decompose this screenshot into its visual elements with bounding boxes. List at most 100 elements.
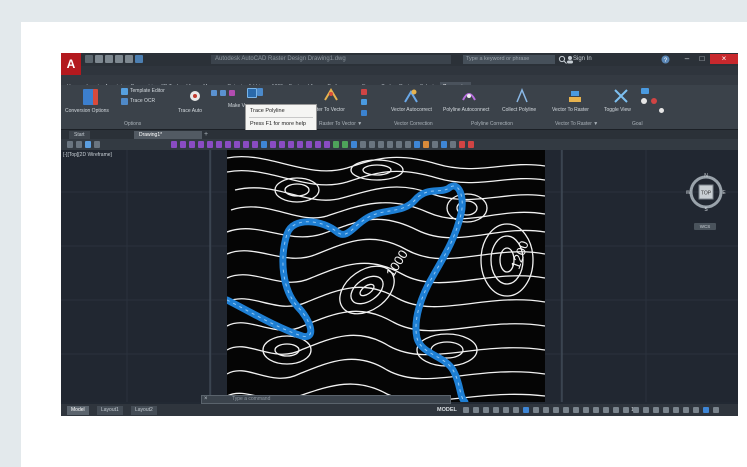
toolbar-button[interactable] [324,141,330,148]
toolbar-button[interactable] [333,141,339,148]
trace-auto-icon[interactable] [189,90,201,102]
status-toggle[interactable] [543,407,549,413]
toolbar-button[interactable] [171,141,177,148]
conversion-options-button[interactable]: Conversion Options [65,108,109,115]
toolbar-button[interactable] [180,141,186,148]
sign-in-link[interactable]: Sign In [573,55,592,64]
status-toggle[interactable] [663,407,669,413]
toolbar-button[interactable] [414,141,420,148]
toolbar-button[interactable] [387,141,393,148]
viewcube-icon[interactable]: TOP N S E W [686,172,726,212]
open-icon[interactable] [95,55,103,63]
command-line[interactable]: × Type a command [201,395,451,404]
file-tab-drawing1[interactable]: Drawing1* [134,131,202,139]
status-toggle[interactable] [673,407,679,413]
layout-tab-layout2[interactable]: Layout2 [131,406,157,415]
toolbar-button[interactable] [243,141,249,148]
status-toggle[interactable] [583,407,589,413]
status-toggle[interactable] [463,407,469,413]
toolbar-button[interactable] [288,141,294,148]
ribbon-small-icon-3[interactable] [361,110,367,116]
toolbar-button[interactable] [468,141,474,148]
toolbar-button[interactable] [67,141,73,148]
toolbar-button[interactable] [441,141,447,148]
toolbar-button[interactable] [378,141,384,148]
status-toggle[interactable] [623,407,629,413]
collect-polyline-icon[interactable] [515,88,529,104]
trace-arc-icon[interactable] [220,90,226,96]
status-toggle[interactable] [473,407,479,413]
toolbar-button[interactable] [189,141,195,148]
toolbar-button[interactable] [342,141,348,148]
ribbon-small-icon-2[interactable] [361,99,367,105]
toolbar-button[interactable] [423,141,429,148]
status-toggle[interactable] [713,407,719,413]
command-input[interactable]: Type a command [232,396,270,403]
status-toggle[interactable] [633,407,639,413]
toolbar-button[interactable] [315,141,321,148]
status-toggle[interactable] [693,407,699,413]
wcs-menu[interactable]: WCS [694,223,716,230]
drawing-canvas[interactable]: [-][Top][2D Wireframe] 1000 1200 TOP N S… [61,150,738,406]
toolbar-button[interactable] [216,141,222,148]
file-tab-start[interactable]: Start [69,131,90,139]
goal-icon-2[interactable] [641,98,647,104]
toolbar-button[interactable] [207,141,213,148]
vector-autocorrect-icon[interactable] [403,88,419,104]
toolbar-button[interactable] [297,141,303,148]
status-toggle[interactable] [563,407,569,413]
vector-to-raster-button[interactable]: Vector To Raster [552,107,589,114]
ribbon-small-icon-1[interactable] [361,89,367,95]
status-toggle[interactable] [683,407,689,413]
toolbar-button[interactable] [198,141,204,148]
viewport-label[interactable]: [-][Top][2D Wireframe] [63,152,112,159]
vector-to-raster-icon[interactable] [567,88,583,104]
save-icon[interactable] [105,55,113,63]
status-toggle[interactable] [593,407,599,413]
status-toggle[interactable] [513,407,519,413]
status-toggle[interactable] [703,407,709,413]
toolbar-button[interactable] [306,141,312,148]
toolbar-button[interactable] [279,141,285,148]
toolbar-button[interactable] [351,141,357,148]
new-icon[interactable] [85,55,93,63]
status-toggle[interactable] [533,407,539,413]
toolbar-button[interactable] [261,141,267,148]
toolbar-button[interactable] [369,141,375,148]
command-close-icon[interactable]: × [204,396,208,403]
template-editor-button[interactable]: Template Editor [130,88,165,95]
status-toggle[interactable] [553,407,559,413]
autocad-logo[interactable]: A [61,53,81,75]
polyline-autoconnect-button[interactable]: Polyline Autoconnect [443,107,489,114]
status-toggle[interactable] [503,407,509,413]
maximize-icon[interactable]: □ [695,54,709,64]
vector-autocorrect-button[interactable]: Vector Autocorrect [391,107,432,114]
goal-icon-4[interactable] [659,108,664,113]
collect-polyline-button[interactable]: Collect Polyline [502,107,536,114]
trace-contour-icon[interactable] [257,88,263,96]
undo-icon[interactable] [115,55,123,63]
traced-polyline[interactable] [223,182,469,406]
toolbar-button[interactable] [252,141,258,148]
toolbar-button[interactable] [85,141,91,148]
layout-tab-layout1[interactable]: Layout1 [97,406,123,415]
workspace-icon[interactable] [135,55,143,63]
help-icon[interactable]: ? [661,55,670,64]
layout-tab-model[interactable]: Model [67,406,89,415]
status-toggle[interactable] [643,407,649,413]
goal-icon-3[interactable] [651,98,657,104]
new-tab-icon[interactable]: + [204,131,208,139]
toolbar-button[interactable] [432,141,438,148]
toolbar-button[interactable] [405,141,411,148]
status-toggle[interactable] [493,407,499,413]
close-icon[interactable]: × [710,54,738,64]
toolbar-button[interactable] [234,141,240,148]
toolbar-button[interactable] [225,141,231,148]
minimize-icon[interactable]: – [680,54,694,64]
trace-line-icon[interactable] [211,90,217,96]
toolbar-button[interactable] [450,141,456,148]
toolbar-button[interactable] [94,141,100,148]
toolbar-button[interactable] [459,141,465,148]
panel-raster-to-vector[interactable]: Raster To Vector ▼ [319,121,362,128]
raster-to-vector-icon[interactable] [323,88,339,102]
